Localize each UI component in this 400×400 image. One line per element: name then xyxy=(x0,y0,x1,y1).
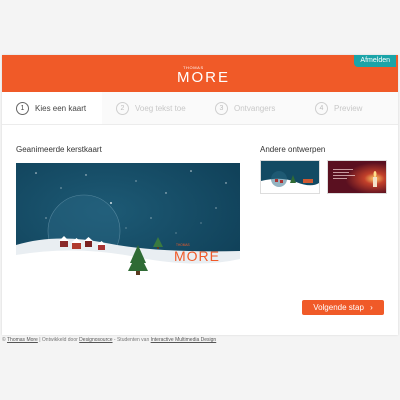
thomas-more-logo: THOMAS MORE xyxy=(177,65,237,89)
chevron-right-icon: › xyxy=(370,303,373,312)
step-label: Ontvangers xyxy=(234,103,276,113)
step-indicator: 1 Kies een kaart 2 Voeg tekst toe 3 Ontv… xyxy=(2,92,398,125)
logo-big-text: MORE xyxy=(177,69,230,86)
step-number: 3 xyxy=(215,101,228,115)
step-label: Kies een kaart xyxy=(35,103,87,113)
footer-brand-link[interactable]: Thomas More xyxy=(7,337,38,343)
footer: © Thomas More | Ontwikkeld door Designos… xyxy=(2,337,216,343)
step-label: Voeg tekst toe xyxy=(135,103,186,113)
winter-scene-illustration: THOMAS MORE xyxy=(16,163,240,283)
card-logo-small: THOMAS xyxy=(176,243,190,247)
step-4[interactable]: 4 Preview xyxy=(315,92,362,124)
step-number: 2 xyxy=(116,101,129,115)
footer-dev-link[interactable]: Designosource xyxy=(79,337,112,343)
other-designs-title: Andere ontwerpen xyxy=(260,145,326,154)
logout-button[interactable]: Afmelden xyxy=(354,55,396,67)
thumbnail-candle-illustration xyxy=(328,161,386,193)
design-thumbnail-snow[interactable] xyxy=(260,160,320,194)
footer-program-link[interactable]: Interactive Multimedia Design xyxy=(151,337,217,343)
footer-text-2: - Studenten van xyxy=(112,337,151,343)
card-logo-big: MORE xyxy=(174,248,220,264)
next-step-label: Volgende stap xyxy=(313,303,364,312)
step-2[interactable]: 2 Voeg tekst toe xyxy=(116,92,186,124)
step-number: 1 xyxy=(16,101,29,115)
step-1[interactable]: 1 Kies een kaart xyxy=(2,92,102,124)
next-step-button[interactable]: Volgende stap › xyxy=(302,300,384,315)
step-number: 4 xyxy=(315,101,328,115)
footer-text-1: | Ontwikkeld door xyxy=(37,337,80,343)
thumbnail-snow-illustration xyxy=(261,161,319,193)
selected-card-preview[interactable]: THOMAS MORE xyxy=(16,163,240,283)
header-bar: THOMAS MORE Afmelden xyxy=(2,55,398,92)
selected-card-title: Geanimeerde kerstkaart xyxy=(16,145,102,154)
step-3[interactable]: 3 Ontvangers xyxy=(215,92,275,124)
step-label: Preview xyxy=(334,103,363,113)
design-thumbnail-candle[interactable] xyxy=(327,160,387,194)
copyright-symbol: © xyxy=(2,337,6,343)
